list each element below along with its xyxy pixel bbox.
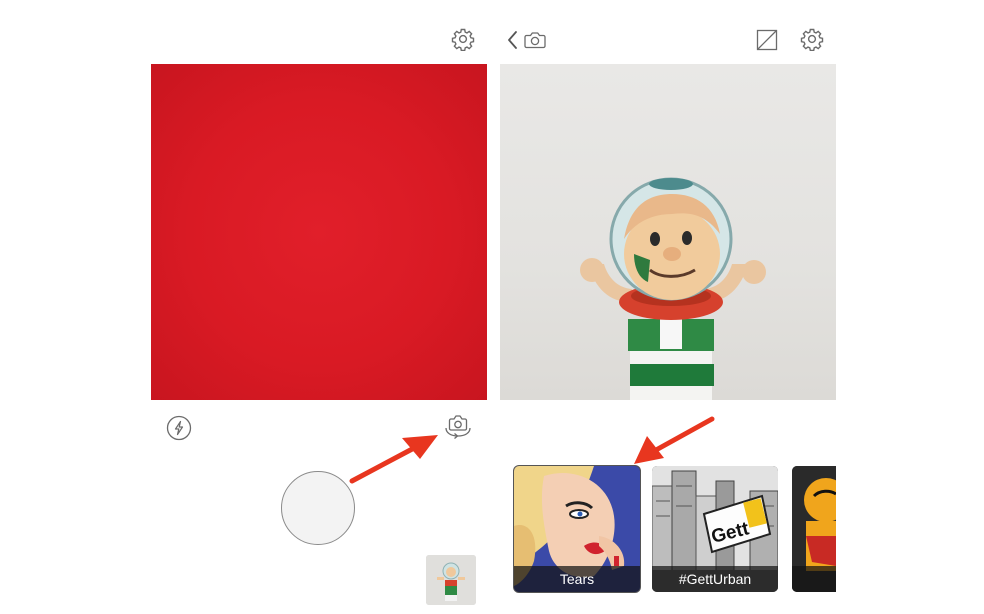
- gear-icon: [451, 28, 475, 51]
- flash-button[interactable]: [166, 415, 192, 441]
- toy-photo-thumbnail: [426, 555, 476, 605]
- filter-tile-tears[interactable]: Tears: [514, 466, 640, 592]
- camera-icon: [524, 32, 546, 49]
- camera-button[interactable]: [523, 29, 547, 51]
- filter-tile-partial[interactable]: [792, 466, 836, 592]
- toy-figure-illustration: [580, 177, 766, 400]
- camera-viewfinder[interactable]: [151, 64, 487, 400]
- gear-icon: [800, 28, 824, 51]
- filter-tile-gett-urban[interactable]: Gett #GettUrban: [652, 466, 778, 592]
- back-button[interactable]: [506, 29, 520, 51]
- split-square-icon: [756, 29, 778, 51]
- filter-label: #GettUrban: [652, 566, 778, 592]
- filter-label: Tears: [514, 566, 640, 592]
- annotation-arrow-right: [634, 416, 715, 464]
- annotation-arrow-left: [349, 435, 438, 484]
- lightning-icon: [166, 415, 192, 441]
- compare-button[interactable]: [755, 28, 779, 52]
- filter-label: [792, 566, 836, 592]
- settings-icon-right[interactable]: [800, 27, 824, 51]
- chevron-left-icon: [508, 31, 517, 49]
- photo-preview: [500, 64, 836, 400]
- settings-icon-left[interactable]: [451, 27, 475, 51]
- gallery-thumbnail[interactable]: [426, 555, 476, 605]
